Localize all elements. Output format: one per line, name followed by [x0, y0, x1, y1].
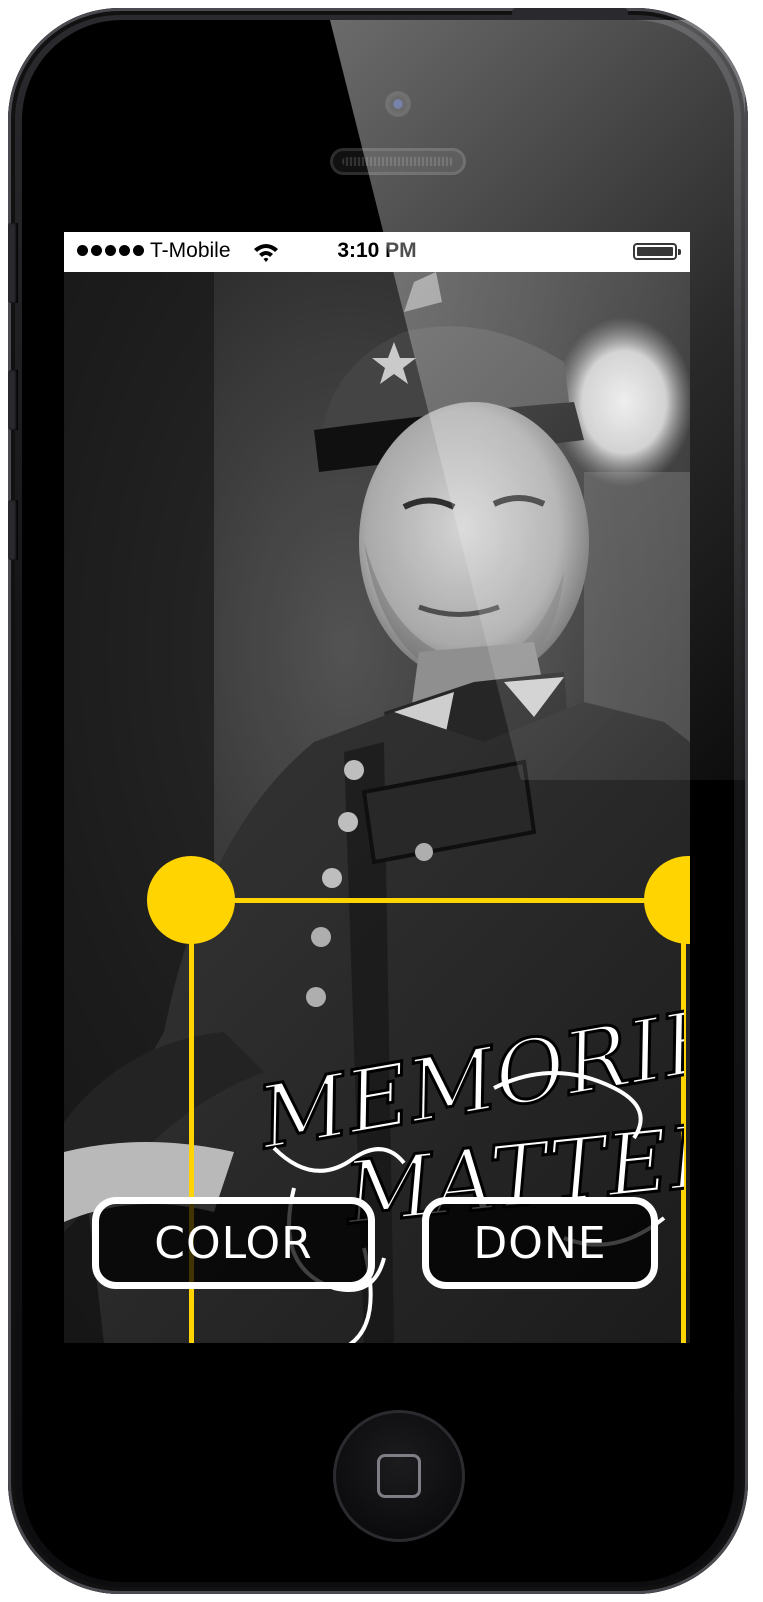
volume-down-button	[8, 500, 18, 560]
battery-level	[637, 247, 673, 256]
resize-handle-icon[interactable]	[147, 856, 235, 944]
home-button-icon	[377, 1454, 421, 1498]
app-screen: T-Mobile 3:10 PM MEMORIES MATTER COLOR D…	[64, 232, 690, 1343]
front-camera	[385, 91, 411, 117]
status-time: 3:10 PM	[337, 239, 417, 262]
color-button[interactable]: COLOR	[92, 1197, 375, 1289]
status-bar: T-Mobile 3:10 PM	[64, 232, 690, 272]
earpiece-speaker	[330, 148, 466, 175]
sleep-button	[512, 8, 628, 17]
done-button[interactable]: DONE	[422, 1197, 658, 1289]
home-button[interactable]	[333, 1410, 465, 1542]
mute-switch	[8, 223, 18, 303]
volume-up-button	[8, 370, 18, 430]
battery-icon	[633, 243, 681, 260]
